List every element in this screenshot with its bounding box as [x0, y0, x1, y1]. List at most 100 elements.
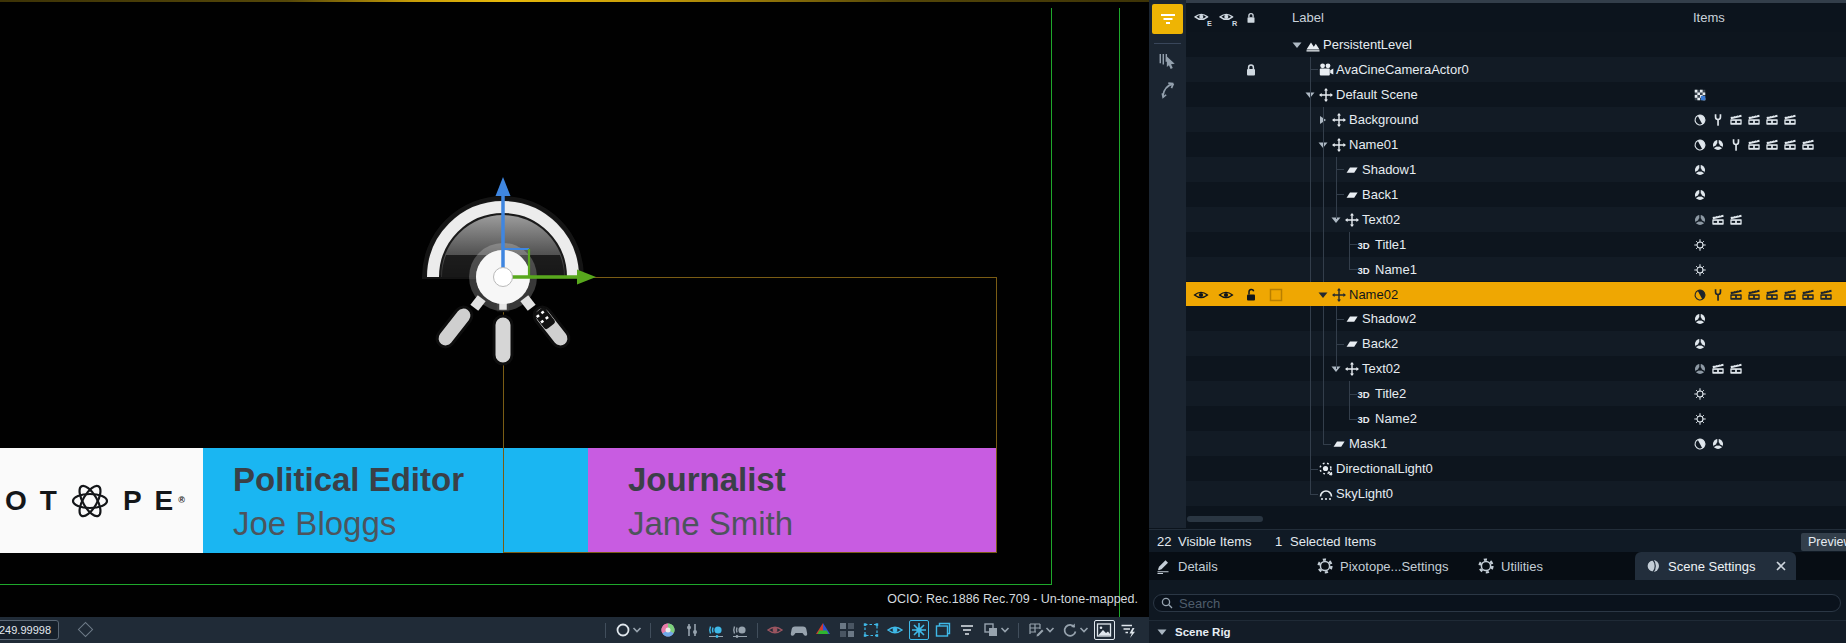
frame-cyan-icon[interactable]: [931, 619, 955, 641]
eye-icon[interactable]: [1218, 287, 1234, 303]
para-icon: [1344, 162, 1360, 178]
wrench-indicator-icon: [1711, 287, 1725, 303]
star-box-icon[interactable]: [907, 619, 931, 641]
scene-rig-section[interactable]: Scene Rig: [1149, 621, 1846, 643]
eye-editor-icon[interactable]: E: [1193, 9, 1213, 27]
image-box-icon[interactable]: [1092, 619, 1116, 641]
tree-row-title1[interactable]: 3DTitle1: [1186, 232, 1846, 257]
filter-lines-icon[interactable]: [955, 619, 979, 641]
tree-row-default scene[interactable]: Default Scene: [1186, 82, 1846, 107]
tree-row-background[interactable]: Background: [1186, 107, 1846, 132]
tree-row-directionallight0[interactable]: DirectionalLight0: [1186, 456, 1846, 481]
label-column-header: Label: [1292, 10, 1324, 25]
tree-row-skylight0[interactable]: SkyLight0: [1186, 481, 1846, 506]
lock-icon[interactable]: [1243, 62, 1259, 78]
adjust-sliders-icon[interactable]: [680, 619, 704, 641]
chevron-down-icon: [1157, 628, 1167, 636]
expander-icon[interactable]: [1292, 41, 1302, 49]
camera-frustum-line-left: [1051, 8, 1052, 584]
unlock-icon[interactable]: [1243, 287, 1259, 303]
tree-row-back1[interactable]: Back1: [1186, 182, 1846, 207]
clap-indicator-icon: [1729, 112, 1743, 128]
grid-squares-icon[interactable]: [835, 619, 859, 641]
toolbar-divider: [1018, 623, 1019, 638]
row-label: AvaCineCameraActor0: [1336, 62, 1469, 77]
lock-column-icon[interactable]: [1244, 9, 1258, 27]
viewport-toolbar: 249.99998: [0, 617, 1149, 643]
pixoball-icon: [1645, 558, 1661, 574]
tree-row-mask1[interactable]: Mask1: [1186, 431, 1846, 456]
viewport[interactable]: OT PE ® Political Editor Joe Bloggs Jour…: [0, 0, 1149, 643]
circle-dropdown-icon[interactable]: [611, 619, 645, 641]
filter-flash-icon[interactable]: [1116, 619, 1140, 641]
eye-icon[interactable]: [1193, 287, 1209, 303]
row-label: Name02: [1349, 287, 1398, 302]
tree-row-text02[interactable]: Text02: [1186, 207, 1846, 232]
tab-pixotope-settings[interactable]: Pixotope...Settings: [1317, 552, 1448, 580]
rotate-dropdown-icon[interactable]: [1058, 619, 1092, 641]
ball-indicator-icon: [1693, 187, 1707, 203]
cross-indicator-icon: [1693, 237, 1707, 253]
select-mode-icon[interactable]: [1157, 50, 1178, 71]
ball-indicator-icon: [1693, 311, 1707, 327]
viewport-top-border: [0, 0, 1149, 2]
items-column-header: Items: [1693, 10, 1725, 25]
outliner-header: E R Label Items: [1186, 3, 1846, 32]
threeD-icon: 3D: [1357, 237, 1373, 253]
search-input[interactable]: [1179, 596, 1790, 611]
search-box[interactable]: [1153, 594, 1841, 612]
para-icon: [1344, 311, 1360, 327]
eye-runtime-icon[interactable]: R: [1218, 9, 1238, 27]
waves-inactive-icon[interactable]: [728, 619, 752, 641]
gamepad-icon[interactable]: [787, 619, 811, 641]
rgb-triangle-icon[interactable]: [811, 619, 835, 641]
tree-row-text02[interactable]: Text02: [1186, 356, 1846, 381]
selected-label: Selected Items: [1290, 534, 1376, 549]
select-frame-icon[interactable]: [859, 619, 883, 641]
tree-row-shadow1[interactable]: Shadow1: [1186, 157, 1846, 182]
waves-active-icon[interactable]: [704, 619, 728, 641]
scrollbar-stub[interactable]: [1187, 516, 1263, 522]
close-icon[interactable]: [1776, 561, 1786, 571]
tree-row-persistentlevel[interactable]: PersistentLevel: [1186, 32, 1846, 57]
half-indicator-icon: [1693, 287, 1707, 303]
threeD-icon: 3D: [1357, 386, 1373, 402]
eye-red-icon[interactable]: [763, 619, 787, 641]
sun-icon: [1318, 461, 1334, 477]
expander-icon[interactable]: [1318, 291, 1328, 299]
filter-button[interactable]: [1152, 4, 1183, 34]
tree-row-name01[interactable]: Name01: [1186, 132, 1846, 157]
tree-guide-stub: [1310, 469, 1318, 470]
grid-pen-dropdown-icon[interactable]: [1024, 619, 1058, 641]
eye-cyan-icon[interactable]: [883, 619, 907, 641]
tab-details[interactable]: Details: [1155, 552, 1218, 580]
level-icon: [1305, 37, 1321, 53]
clap-indicator-icon: [1729, 361, 1743, 377]
color-wheel-icon[interactable]: [656, 619, 680, 641]
tree-row-back2[interactable]: Back2: [1186, 331, 1846, 356]
tree-guide-line: [1336, 157, 1337, 219]
layers-dropdown-icon[interactable]: [979, 619, 1013, 641]
box-icon[interactable]: [1268, 287, 1284, 303]
row-label: Back1: [1362, 187, 1398, 202]
tree-row-shadow2[interactable]: Shadow2: [1186, 306, 1846, 331]
tab-utilities[interactable]: Utilities: [1478, 552, 1543, 580]
tab-scene-settings[interactable]: Scene Settings: [1635, 552, 1796, 580]
ball-indicator-icon: [1711, 436, 1725, 452]
diamond-icon[interactable]: [78, 622, 94, 638]
tree-guide-stub: [1310, 494, 1318, 495]
tree-row-name1[interactable]: 3DName1: [1186, 257, 1846, 282]
tree-row-name2[interactable]: 3DName2: [1186, 406, 1846, 431]
row-label: Background: [1349, 112, 1418, 127]
coordinate-field[interactable]: 249.99998: [0, 620, 59, 640]
transform-gizmo[interactable]: [410, 170, 620, 380]
preview-button[interactable]: Preview: [1801, 533, 1846, 551]
tree-guide-stub: [1349, 244, 1357, 245]
tree-row-name02[interactable]: Name02: [1186, 282, 1846, 307]
tree-row-avacinecameraactor0[interactable]: AvaCineCameraActor0: [1186, 57, 1846, 82]
tree-row-title2[interactable]: 3DTitle2: [1186, 381, 1846, 406]
pan-mode-icon[interactable]: [1157, 79, 1178, 100]
row-label: Back2: [1362, 336, 1398, 351]
tree-guide-line: [1310, 57, 1311, 494]
tree-guide-stub: [1349, 419, 1357, 420]
